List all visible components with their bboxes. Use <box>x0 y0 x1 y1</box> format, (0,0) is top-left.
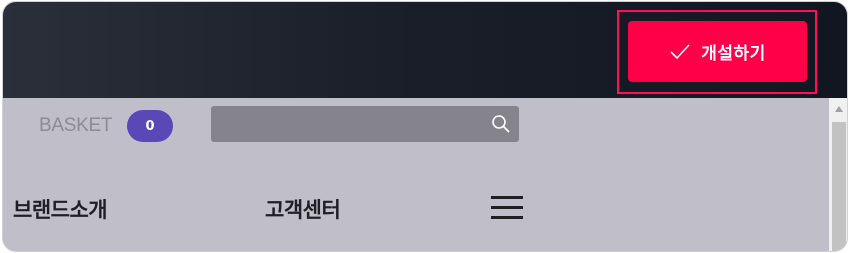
basket-link[interactable]: BASKET <box>39 115 112 137</box>
search-icon[interactable] <box>491 114 511 134</box>
main-header-area: BASKET 0 브랜드소개 고객센터 <box>3 98 829 251</box>
top-header-bar: 개설하기 <box>3 2 847 98</box>
check-icon <box>669 43 691 61</box>
search-bar <box>211 106 519 142</box>
scroll-up-arrow-icon[interactable] <box>829 98 847 120</box>
search-input[interactable] <box>219 110 483 140</box>
hamburger-menu-icon[interactable] <box>491 194 523 222</box>
nav-item-customer-center[interactable]: 고객센터 <box>265 194 341 224</box>
open-store-button-label: 개설하기 <box>701 44 766 64</box>
nav-item-brand-intro[interactable]: 브랜드소개 <box>13 194 108 224</box>
basket-count-badge[interactable]: 0 <box>127 110 173 142</box>
open-store-button[interactable]: 개설하기 <box>628 21 807 82</box>
browser-viewport: 개설하기 BASKET 0 브랜드소개 고객센터 <box>2 1 848 252</box>
scrollbar-thumb[interactable] <box>832 122 846 251</box>
vertical-scrollbar[interactable] <box>829 98 847 251</box>
